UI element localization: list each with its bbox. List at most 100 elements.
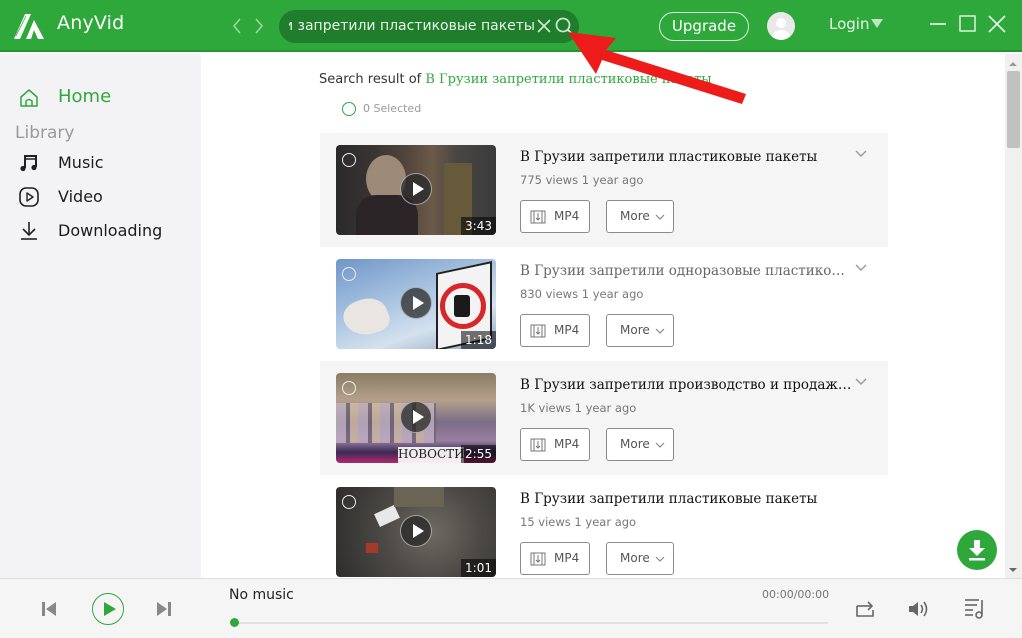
chevron-down-icon bbox=[655, 556, 665, 562]
video-duration: 3:43 bbox=[461, 217, 496, 235]
film-download-icon bbox=[530, 210, 546, 224]
mp4-download-button[interactable]: MP4 bbox=[520, 314, 590, 347]
search-box[interactable]: В Грузии запретили пластиковые пакеты bbox=[279, 10, 579, 43]
more-button[interactable]: More bbox=[606, 314, 674, 347]
volume-icon[interactable] bbox=[907, 599, 931, 619]
vertical-scrollbar[interactable] bbox=[1005, 54, 1022, 578]
chevron-down-icon bbox=[655, 214, 665, 220]
video-play-icon bbox=[19, 187, 39, 207]
film-download-icon bbox=[530, 324, 546, 338]
title-bar: AnyVid В Грузии запретили пластиковые па… bbox=[0, 0, 1022, 52]
mp4-download-button[interactable]: MP4 bbox=[520, 200, 590, 233]
minimize-icon[interactable] bbox=[927, 13, 949, 35]
sidebar-item-music[interactable]: Music bbox=[0, 148, 201, 178]
video-meta: 1K views 1 year ago bbox=[520, 401, 637, 415]
film-download-icon bbox=[530, 552, 546, 566]
login-label: Login bbox=[829, 15, 870, 33]
sidebar-item-label: Home bbox=[58, 86, 112, 107]
back-button[interactable] bbox=[229, 14, 245, 38]
progress-knob[interactable] bbox=[230, 618, 239, 627]
select-checkbox[interactable] bbox=[342, 153, 356, 167]
video-meta: 775 views 1 year ago bbox=[520, 173, 644, 187]
more-button[interactable]: More bbox=[606, 542, 674, 575]
chevron-down-icon bbox=[655, 328, 665, 334]
close-icon[interactable] bbox=[986, 13, 1008, 35]
play-icon[interactable] bbox=[400, 401, 432, 433]
result-item: 1:18 В Грузии запретили одноразовые плас… bbox=[320, 247, 888, 361]
mp4-label: MP4 bbox=[554, 437, 580, 451]
avatar[interactable] bbox=[767, 12, 795, 40]
chevron-left-icon bbox=[232, 18, 241, 34]
select-all-checkbox[interactable] bbox=[342, 102, 356, 116]
play-button[interactable] bbox=[92, 593, 124, 625]
video-title[interactable]: В Грузии запретили пластиковые пакеты bbox=[520, 491, 852, 507]
sidebar-item-downloading[interactable]: Downloading bbox=[0, 216, 201, 246]
maximize-icon[interactable] bbox=[956, 13, 978, 35]
home-icon bbox=[20, 89, 38, 107]
play-icon[interactable] bbox=[400, 287, 432, 319]
video-meta: 15 views 1 year ago bbox=[520, 515, 637, 529]
select-checkbox[interactable] bbox=[342, 267, 356, 281]
music-note-icon bbox=[20, 155, 37, 172]
mp4-download-button[interactable]: MP4 bbox=[520, 428, 590, 461]
repeat-icon[interactable] bbox=[853, 598, 877, 620]
search-input[interactable]: В Грузии запретили пластиковые пакеты bbox=[289, 18, 535, 36]
sidebar-item-home[interactable]: Home bbox=[0, 83, 201, 113]
video-title[interactable]: В Грузии запретили одноразовые пластиков… bbox=[520, 263, 852, 279]
more-button[interactable]: More bbox=[606, 200, 674, 233]
video-title[interactable]: В Грузии запретили производство и продаж… bbox=[520, 377, 852, 393]
chevron-down-icon[interactable] bbox=[854, 377, 868, 387]
search-query-link[interactable]: В Грузии запретили пластиковые пакеты bbox=[425, 72, 711, 87]
video-thumbnail[interactable]: 3:43 bbox=[336, 145, 496, 235]
main-content: Search result of В Грузии запретили плас… bbox=[201, 54, 1005, 578]
chevron-down-icon bbox=[655, 442, 665, 448]
select-checkbox[interactable] bbox=[342, 381, 356, 395]
mp4-download-button[interactable]: MP4 bbox=[520, 542, 590, 575]
search-result-prefix: Search result of bbox=[319, 72, 426, 87]
video-thumbnail[interactable]: НОВОСТИ 2:55 bbox=[336, 373, 496, 463]
sidebar-item-label: Music bbox=[58, 153, 104, 172]
result-item: НОВОСТИ 2:55 В Грузии запретили производ… bbox=[320, 361, 888, 475]
thumb-overlay-text: НОВОСТИ bbox=[398, 447, 465, 461]
downloads-fab-button[interactable] bbox=[957, 530, 997, 570]
video-duration: 1:18 bbox=[461, 331, 496, 349]
play-icon[interactable] bbox=[400, 515, 432, 547]
chevron-down-icon[interactable] bbox=[854, 149, 868, 159]
play-icon[interactable] bbox=[400, 173, 432, 205]
video-meta: 830 views 1 year ago bbox=[520, 287, 644, 301]
more-label: More bbox=[620, 323, 650, 337]
scroll-up-arrow-icon[interactable] bbox=[1009, 62, 1017, 66]
next-track-icon[interactable] bbox=[156, 600, 172, 618]
more-button[interactable]: More bbox=[606, 428, 674, 461]
scrollbar-thumb[interactable] bbox=[1007, 71, 1020, 148]
download-icon bbox=[21, 222, 37, 240]
film-download-icon bbox=[530, 438, 546, 452]
result-item: 1:01 В Грузии запретили пластиковые паке… bbox=[320, 475, 888, 578]
playlist-icon[interactable] bbox=[963, 596, 987, 620]
search-result-heading: Search result of В Грузии запретили плас… bbox=[319, 72, 712, 87]
forward-button[interactable] bbox=[251, 14, 267, 38]
search-icon[interactable] bbox=[554, 16, 574, 36]
playback-progress-slider[interactable] bbox=[230, 618, 828, 627]
anyvid-logo-icon bbox=[14, 14, 44, 39]
previous-track-icon[interactable] bbox=[41, 600, 57, 618]
scroll-down-arrow-icon[interactable] bbox=[1009, 568, 1017, 572]
mp4-label: MP4 bbox=[554, 323, 580, 337]
playback-time: 00:00/00:00 bbox=[762, 588, 830, 601]
more-label: More bbox=[620, 437, 650, 451]
video-thumbnail[interactable]: 1:01 bbox=[336, 487, 496, 577]
clear-search-icon[interactable] bbox=[535, 17, 553, 35]
sidebar-item-label: Video bbox=[58, 187, 103, 206]
sidebar-item-label: Downloading bbox=[58, 221, 163, 240]
video-title[interactable]: В Грузии запретили пластиковые пакеты bbox=[520, 149, 852, 165]
chevron-down-icon[interactable] bbox=[854, 263, 868, 273]
video-thumbnail[interactable]: 1:18 bbox=[336, 259, 496, 349]
app-name: AnyVid bbox=[57, 12, 125, 34]
upgrade-button[interactable]: Upgrade bbox=[659, 12, 749, 41]
user-icon bbox=[772, 18, 790, 40]
login-menu[interactable]: Login bbox=[829, 15, 884, 33]
select-checkbox[interactable] bbox=[342, 495, 356, 509]
video-duration: 1:01 bbox=[461, 559, 496, 577]
sidebar-item-video[interactable]: Video bbox=[0, 182, 201, 212]
mp4-label: MP4 bbox=[554, 209, 580, 223]
